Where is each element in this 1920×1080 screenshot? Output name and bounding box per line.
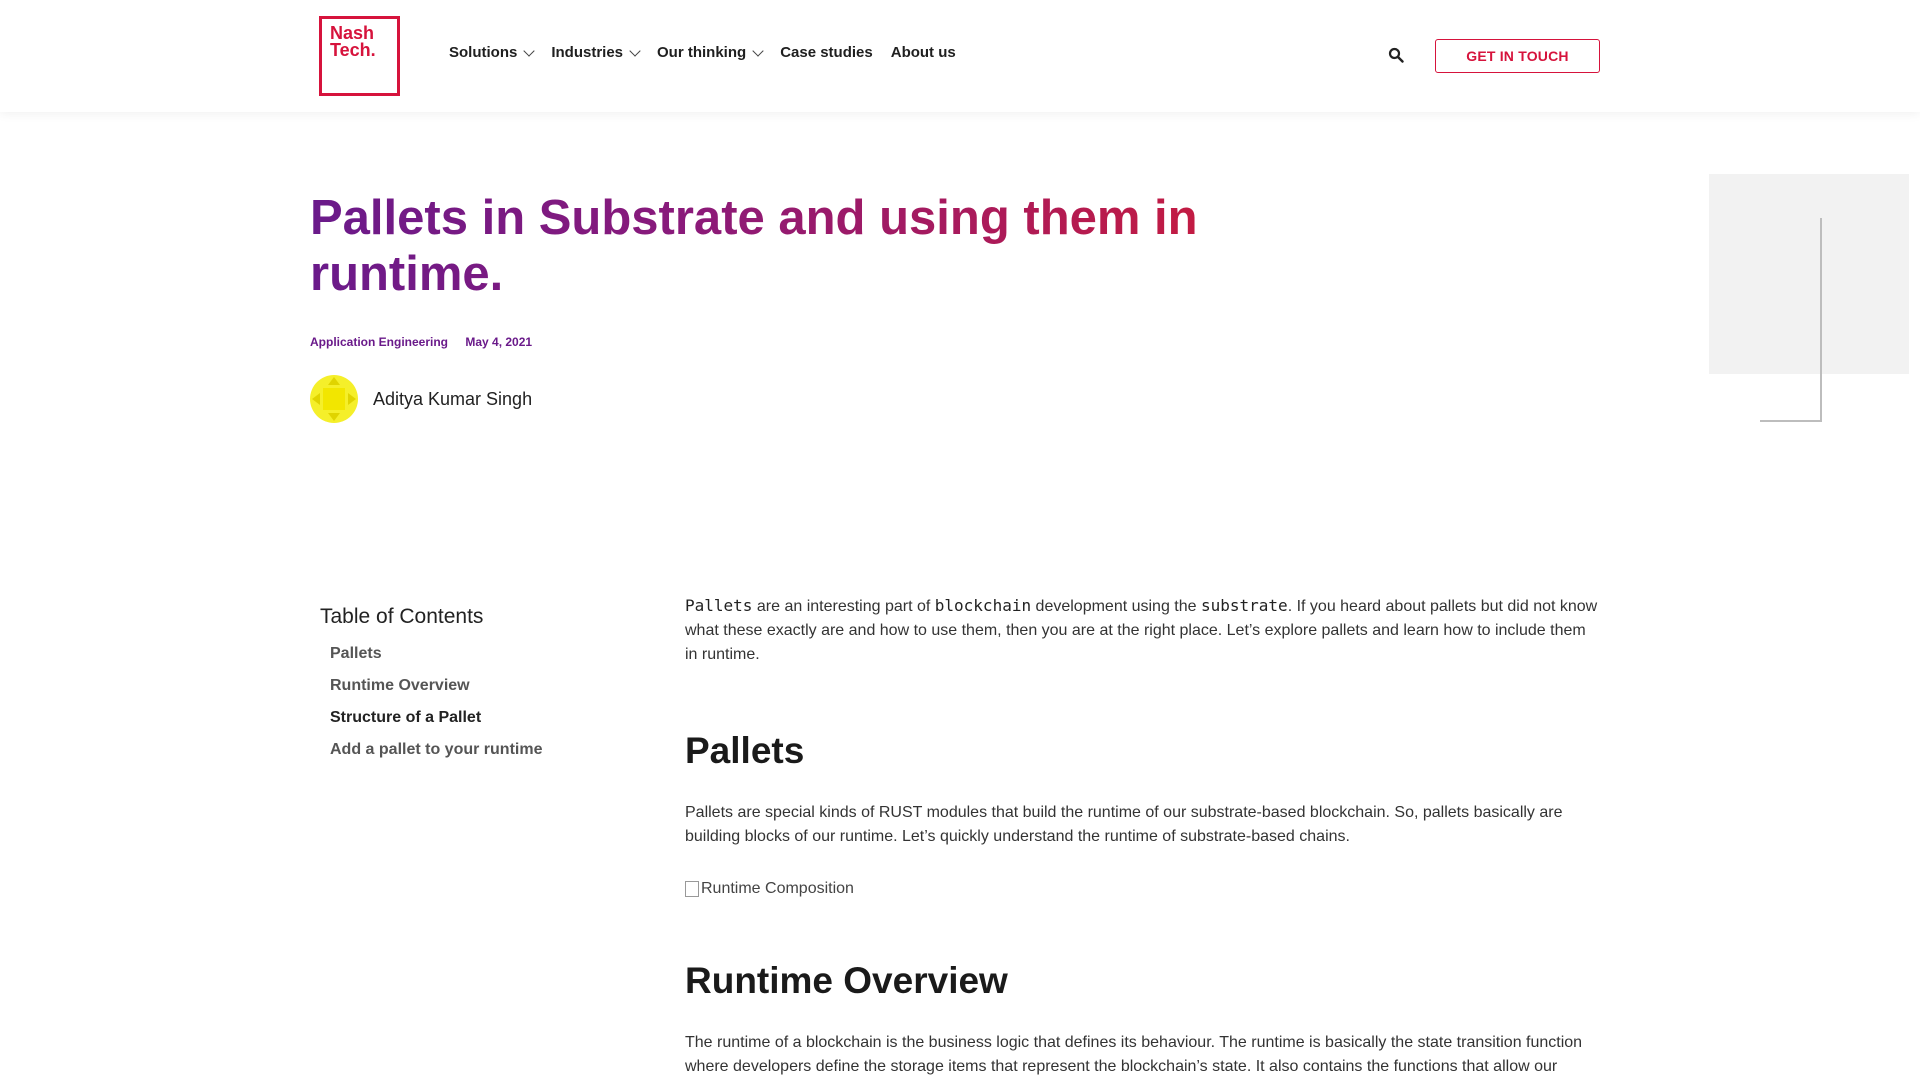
nav-case-studies-label: Case studies — [780, 44, 873, 61]
intro-text-2: development using the — [1031, 598, 1201, 615]
nav-industries[interactable]: Industries — [551, 44, 641, 61]
main-nav: Solutions Industries Our thinking Case s… — [449, 44, 974, 61]
toc-item-structure-of-a-pallet[interactable]: Structure of a Pallet — [330, 709, 542, 727]
runtime-composition-image: Runtime Composition — [685, 877, 1600, 901]
intro-text-1: are an interesting part of — [752, 598, 935, 615]
author-block[interactable]: Aditya Kumar Singh — [310, 375, 532, 423]
nav-our-thinking-label: Our thinking — [657, 44, 747, 61]
nav-solutions[interactable]: Solutions — [449, 44, 535, 61]
pallets-paragraph: Pallets are special kinds of RUST module… — [685, 804, 1563, 845]
inline-code-pallets: Pallets — [685, 596, 753, 615]
decorative-line-horizontal — [1760, 420, 1822, 422]
runtime-paragraph: The runtime of a blockchain is the busin… — [685, 1034, 1583, 1075]
toc-item-runtime-overview[interactable]: Runtime Overview — [330, 677, 542, 695]
article-body: Pallets are an interesting part of block… — [685, 594, 1600, 1080]
nav-about-us[interactable]: About us — [891, 44, 956, 61]
heading-runtime-overview: Runtime Overview — [685, 960, 1008, 1001]
intro-paragraph: Pallets are an interesting part of block… — [685, 594, 1600, 667]
category-link[interactable]: Application Engineering — [310, 335, 448, 349]
page-title: Pallets in Substrate and using them in r… — [310, 190, 1250, 302]
decorative-line-vertical — [1820, 218, 1822, 422]
logo-line-2: Tech. — [330, 40, 376, 60]
site-header: Nash Tech. Solutions Industries Our thin… — [0, 0, 1920, 112]
table-of-contents: Table of Contents Pallets Runtime Overvi… — [320, 605, 542, 773]
nav-industries-label: Industries — [551, 44, 624, 61]
heading-pallets: Pallets — [685, 730, 805, 771]
nav-case-studies[interactable]: Case studies — [780, 44, 873, 61]
search-icon[interactable] — [1388, 47, 1404, 63]
nav-about-us-label: About us — [890, 44, 956, 61]
broken-image-icon — [685, 881, 699, 897]
chevron-down-icon — [752, 44, 764, 57]
chevron-down-icon — [629, 44, 641, 57]
inline-code-blockchain: blockchain — [934, 596, 1032, 615]
post-date-link[interactable]: May 4, 2021 — [465, 335, 532, 349]
decorative-box — [1709, 174, 1909, 374]
nav-our-thinking[interactable]: Our thinking — [657, 44, 764, 61]
avatar — [310, 375, 358, 423]
toc-item-pallets[interactable]: Pallets — [330, 645, 542, 663]
post-meta: Application Engineering May 4, 2021 — [310, 335, 546, 349]
chevron-down-icon — [523, 44, 535, 57]
inline-code-substrate: substrate — [1200, 596, 1288, 615]
toc-title: Table of Contents — [320, 605, 484, 628]
nashtech-logo[interactable]: Nash Tech. — [319, 16, 400, 96]
author-name: Aditya Kumar Singh — [373, 388, 533, 409]
get-in-touch-button[interactable]: GET IN TOUCH — [1435, 39, 1600, 73]
image-alt-text: Runtime Composition — [701, 880, 854, 897]
toc-item-add-a-pallet[interactable]: Add a pallet to your runtime — [330, 741, 542, 759]
nav-solutions-label: Solutions — [449, 44, 518, 61]
